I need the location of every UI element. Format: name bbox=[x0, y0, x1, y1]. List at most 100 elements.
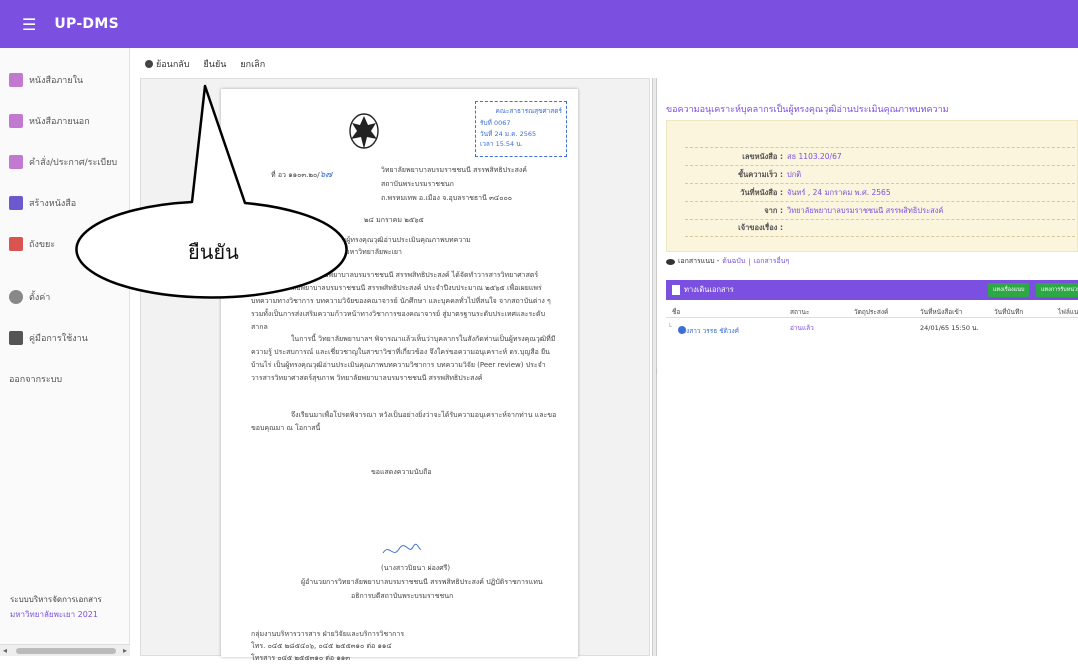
sidebar: หนังสือภายใน หนังสือภายนอก คำสั่ง/ประกาศ… bbox=[0, 48, 130, 656]
university-name: มหาวิทยาลัยพะเยา 2021 bbox=[10, 610, 98, 619]
forward-unit-button[interactable]: แทงการรับหน่วยงาน bbox=[1036, 283, 1078, 297]
tree-branch-icon: └ bbox=[668, 323, 672, 331]
column-header: ไฟล์แนบ bbox=[1058, 308, 1078, 316]
doc-footer-line: โทรสาร ๐๔๕ ๒๕๕๓๑๐ ต่อ ๑๑๓ bbox=[251, 654, 350, 662]
detail-title: ขอความอนุเคราะห์บุคลากรเป็นผู้ทรงคุณวุฒิ… bbox=[666, 105, 949, 115]
back-button[interactable]: ย้อนกลับ bbox=[145, 57, 190, 71]
outbox-doc-icon bbox=[9, 114, 23, 128]
hamburger-menu-icon[interactable]: ☰ bbox=[22, 15, 36, 34]
info-value: ปกติ bbox=[787, 169, 802, 179]
info-label: เลขหนังสือ : bbox=[742, 151, 783, 161]
trash-icon bbox=[9, 237, 23, 251]
column-header: วัตถุประสงค์ bbox=[854, 308, 889, 316]
sidebar-item-label: ตั้งค่า bbox=[29, 293, 51, 303]
received-stamp: คณะสาธารณสุขศาสตร์ รับที่ 0067 วันที่ 24… bbox=[475, 101, 567, 157]
system-name: ระบบบริหารจัดการเอกสาร bbox=[10, 595, 102, 604]
info-row: จาก : วิทยาลัยพยาบาลบรมราชชนนี สรรพสิทธิ… bbox=[685, 201, 1075, 219]
stamp-line: เวลา 15.54 น. bbox=[480, 140, 523, 148]
sidebar-item-internal-docs[interactable]: หนังสือภายใน bbox=[0, 62, 129, 98]
cancel-label: ยกเลิก bbox=[240, 60, 266, 70]
signer-title: ผู้อำนวยการวิทยาลัยพยาบาลบรมราชชนนี สรรพ… bbox=[301, 578, 543, 586]
doc-trail-title: ทางเดินเอกสาร bbox=[684, 285, 734, 294]
attachments-separator: | bbox=[748, 257, 751, 266]
ref-prefix: ที่ อว ๑๑๐๓.๒๐/ bbox=[271, 171, 320, 179]
original-doc-link[interactable]: ต้นฉบับ bbox=[722, 256, 745, 267]
trail-table-header: ชื่อ สถานะ วัตถุประสงค์ วันที่หนังสือเข้… bbox=[666, 304, 1078, 318]
doc-date: ๒๔ มกราคม ๒๕๖๕ bbox=[364, 216, 424, 224]
info-label: ชั้นความเร็ว : bbox=[737, 169, 783, 179]
info-label: จาก : bbox=[764, 205, 783, 215]
document-icon bbox=[672, 285, 680, 295]
table-row[interactable]: └ นางสาว วรรธ ชัติวงศ์ อ่านแล้ว 24/01/65… bbox=[666, 320, 1078, 336]
doc-paragraph: ในการนี้ วิทยาลัยพยาบาลฯ พิจารณาแล้วเห็น… bbox=[251, 335, 556, 382]
info-value: วิทยาลัยพยาบาลบรมราชชนนี สรรพสิทธิประสงค… bbox=[787, 205, 944, 215]
signature-icon bbox=[382, 543, 422, 554]
stamp-line: รับที่ 0067 bbox=[480, 119, 511, 127]
attachments-label: เอกสารแนบ - bbox=[678, 257, 720, 265]
sidebar-item-label: คู่มือการใช้งาน bbox=[29, 334, 88, 344]
column-header: สถานะ bbox=[790, 308, 810, 316]
sidebar-item-external-docs[interactable]: หนังสือภายนอก bbox=[0, 103, 129, 139]
stamp-line: คณะสาธารณสุขศาสตร์ bbox=[495, 107, 563, 115]
top-bar: ☰ UP-DMS bbox=[0, 0, 1078, 48]
signer-title: อธิการบดีสถาบันพระบรมราชชนก bbox=[351, 592, 454, 600]
info-row: เจ้าของเรื่อง : bbox=[685, 219, 1075, 237]
gear-icon bbox=[9, 290, 23, 304]
sender-line: ถ.พรหมเทพ อ.เมือง จ.อุบลราชธานี ๓๔๐๐๐ bbox=[381, 194, 513, 202]
info-row: ชั้นความเร็ว : ปกติ bbox=[685, 165, 1075, 183]
create-doc-icon bbox=[9, 196, 23, 210]
trail-status: อ่านแล้ว bbox=[790, 324, 814, 332]
eye-icon bbox=[666, 258, 675, 265]
sidebar-footer: ระบบบริหารจัดการเอกสาร มหาวิทยาลัยพะเยา … bbox=[10, 592, 102, 622]
garuda-emblem-icon bbox=[349, 113, 379, 149]
sidebar-item-logout[interactable]: ออกจากระบบ bbox=[0, 361, 129, 397]
pane-splitter[interactable]: ⋮ bbox=[652, 78, 660, 656]
sidebar-item-label: หนังสือภายนอก bbox=[29, 117, 90, 127]
column-header: วันที่หนังสือเข้า bbox=[920, 308, 963, 316]
scroll-right-icon[interactable]: ▸ bbox=[123, 646, 127, 655]
app-title: UP-DMS bbox=[54, 16, 119, 32]
doc-footer-line: โทร. ๐๔๕ ๒๘๕๔๐๖, ๐๔๕ ๒๕๕๓๑๐ ต่อ ๑๑๔ bbox=[251, 642, 392, 650]
trail-name: นางสาว วรรธ ชัติวงศ์ bbox=[678, 327, 739, 335]
info-row: เลขหนังสือ : สธ 1103.20/67 bbox=[685, 147, 1075, 165]
doc-trail-header: ทางเดินเอกสาร แทงเรื่องแนบ แทงการรับหน่ว… bbox=[666, 280, 1078, 300]
doc-closing: ขอแสดงความนับถือ bbox=[371, 468, 432, 476]
scroll-left-icon[interactable]: ◂ bbox=[3, 646, 7, 655]
forward-attach-button[interactable]: แทงเรื่องแนบ bbox=[988, 283, 1030, 297]
ref-handwritten: ๖๗ bbox=[319, 170, 333, 180]
info-label: วันที่หนังสือ : bbox=[740, 187, 783, 197]
other-docs-link[interactable]: เอกสารอื่นๆ bbox=[754, 256, 790, 267]
inbox-doc-icon bbox=[9, 73, 23, 87]
trail-received: 24/01/65 15:50 น. bbox=[920, 324, 979, 332]
doc-footer-line: กลุ่มงานบริหารวารสาร ฝ่ายวิจัยและบริการว… bbox=[251, 630, 405, 638]
sidebar-item-label: ถังขยะ bbox=[29, 240, 56, 250]
document-viewer[interactable]: คณะสาธารณสุขศาสตร์ รับที่ 0067 วันที่ 24… bbox=[140, 78, 650, 662]
detail-panel: ขอความอนุเคราะห์บุคลากรเป็นผู้ทรงคุณวุฒิ… bbox=[660, 78, 1078, 656]
scrollbar-thumb[interactable] bbox=[16, 648, 116, 654]
attachments-line: เอกสารแนบ - ต้นฉบับ | เอกสารอื่นๆ bbox=[666, 256, 789, 267]
announcement-icon bbox=[9, 155, 23, 169]
back-label: ย้อนกลับ bbox=[156, 60, 190, 70]
stamp-line: วันที่ 24 ม.ค. 2565 bbox=[480, 130, 537, 138]
sidebar-item-create-doc[interactable]: สร้างหนังสือ bbox=[0, 185, 129, 221]
info-value: จันทร์ , 24 มกราคม พ.ศ. 2565 bbox=[787, 187, 891, 197]
doc-ref-number: ที่ อว ๑๑๐๓.๒๐/๖๗ bbox=[271, 167, 332, 181]
sidebar-item-label: ออกจากระบบ bbox=[9, 375, 63, 385]
sidebar-item-manual[interactable]: คู่มือการใช้งาน bbox=[0, 320, 129, 356]
sidebar-item-announcements[interactable]: คำสั่ง/ประกาศ/ระเบียบ bbox=[0, 144, 129, 180]
sidebar-item-settings[interactable]: ตั้งค่า bbox=[0, 279, 129, 315]
manual-icon bbox=[9, 331, 23, 345]
sidebar-scrollbar[interactable]: ◂ ▸ bbox=[0, 644, 130, 656]
doc-toolbar: ย้อนกลับ ยืนยัน ยกเลิก bbox=[145, 57, 265, 71]
info-row: วันที่หนังสือ : จันทร์ , 24 มกราคม พ.ศ. … bbox=[685, 183, 1075, 201]
doc-recipient: คณบดีคณะสาธารณสุขศาสตร์ มหาวิทยาลัยพะเยา bbox=[251, 248, 402, 256]
sidebar-item-trash[interactable]: ถังขยะ bbox=[0, 226, 129, 262]
signer-name: (นางสาวปิยนา ผ่องศรี) bbox=[381, 564, 451, 572]
doc-paragraph: จึงเรียนมาเพื่อโปรดพิจารณา หวังเป็นอย่าง… bbox=[251, 411, 557, 432]
callout-text: ยืนยัน bbox=[188, 240, 239, 264]
info-label: เจ้าของเรื่อง : bbox=[738, 223, 783, 232]
info-value: สธ 1103.20/67 bbox=[787, 151, 842, 161]
sender-line: สถาบันพระบรมราชชนก bbox=[381, 180, 454, 188]
confirm-button[interactable]: ยืนยัน bbox=[204, 57, 227, 71]
cancel-button[interactable]: ยกเลิก bbox=[240, 57, 265, 71]
